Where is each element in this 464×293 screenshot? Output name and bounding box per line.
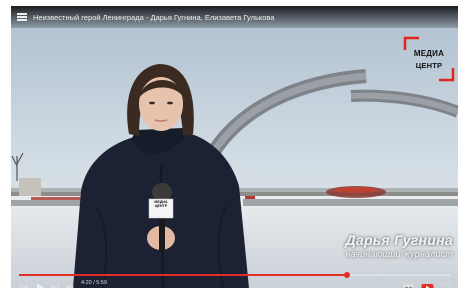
media-center-logo: МЕДИА ЦЕНТР [403,36,455,82]
presenter-role: начинающий журналист [345,249,453,259]
youtube-icon[interactable] [421,279,434,288]
subtitles-icon[interactable] [403,279,415,288]
time-display: 4:20 / 5:59 [81,280,107,286]
logo-line-1: МЕДИА [413,49,445,58]
logo-line-2: ЦЕНТР [415,61,443,70]
skip-next-icon[interactable] [50,279,60,288]
logo-frame-icon [403,36,455,82]
video-player[interactable]: МЕДИА ЦЕНТР Неизвестный герой Ленинграда… [11,6,458,288]
lower-third-caption: Дарья Гугнина начинающий журналист [271,232,453,259]
skip-previous-icon[interactable] [19,279,29,288]
playlist-menu-icon[interactable] [17,13,27,21]
player-controls: 4:20 / 5:59 [11,278,458,288]
volume-icon[interactable] [65,279,75,288]
progress-played [19,274,347,276]
video-title-bar: Неизвестный герой Ленинграда - Дарья Гуг… [11,6,458,28]
microphone-flag-label: МЕДИА ЦЕНТР [154,200,168,209]
presenter-name: Дарья Гугнина [345,232,453,248]
play-icon[interactable] [35,279,45,288]
fullscreen-icon[interactable] [440,279,450,288]
progress-bar[interactable] [19,272,450,278]
video-title[interactable]: Неизвестный герой Ленинграда - Дарья Гуг… [33,13,274,22]
